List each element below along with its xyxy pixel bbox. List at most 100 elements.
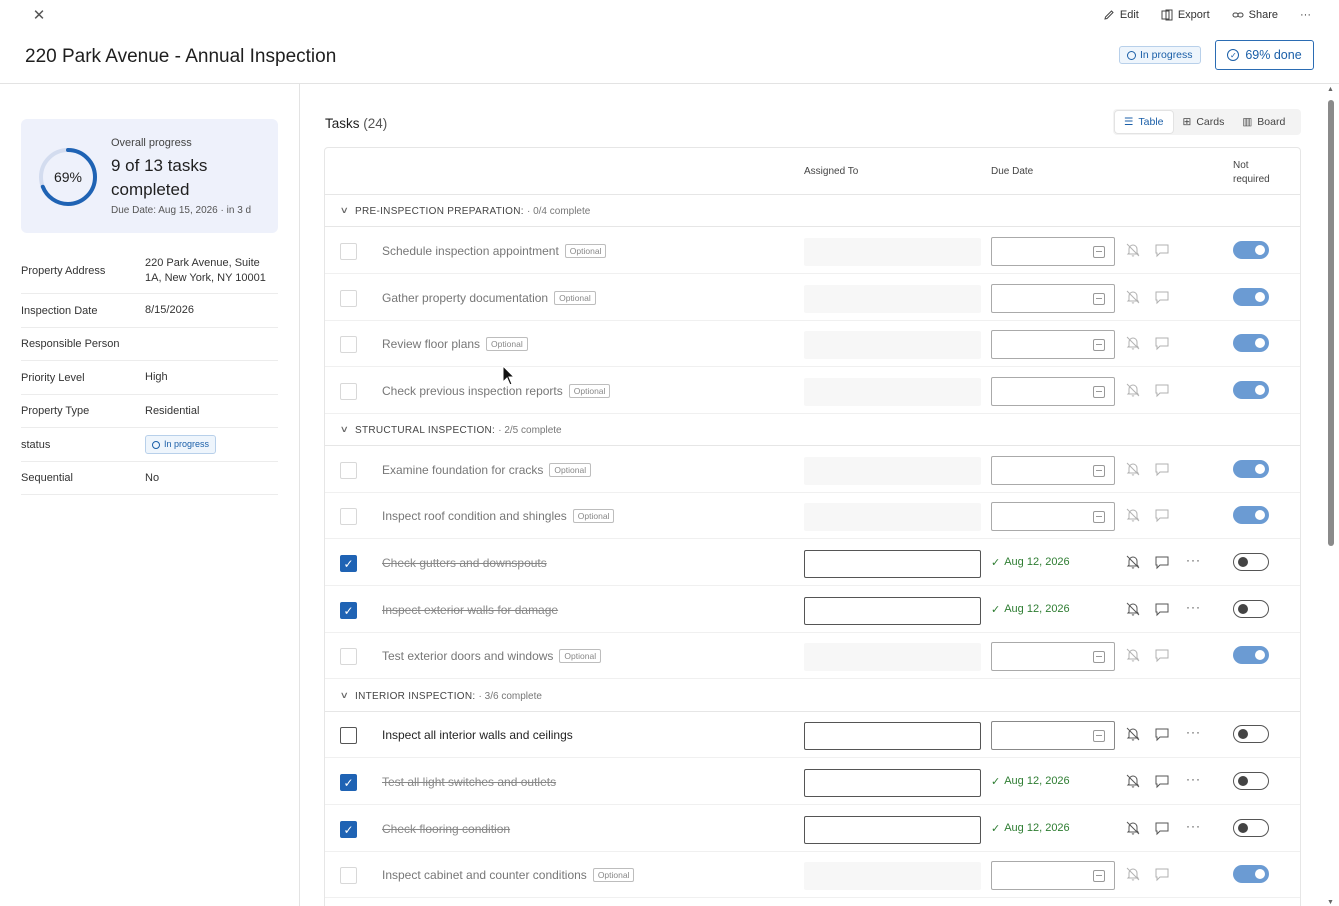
- not-required-toggle[interactable]: [1233, 241, 1269, 259]
- comment-icon[interactable]: [1154, 289, 1170, 305]
- view-cards-button[interactable]: ⊞ Cards: [1174, 110, 1234, 134]
- not-required-toggle[interactable]: [1233, 772, 1269, 790]
- due-date-field[interactable]: [991, 861, 1115, 890]
- share-button[interactable]: Share: [1232, 9, 1278, 21]
- task-checkbox[interactable]: [340, 290, 357, 307]
- bell-off-icon[interactable]: [1125, 601, 1141, 617]
- task-checkbox[interactable]: ✓: [340, 821, 357, 838]
- task-name[interactable]: Inspect roof condition and shingles Optio…: [382, 509, 615, 523]
- not-required-toggle[interactable]: [1233, 288, 1269, 306]
- task-name[interactable]: Test all light switches and outlets: [382, 775, 556, 789]
- task-checkbox[interactable]: [340, 727, 357, 744]
- row-more-button[interactable]: ···: [1186, 772, 1201, 786]
- not-required-toggle[interactable]: [1233, 460, 1269, 478]
- comment-icon[interactable]: [1154, 601, 1170, 617]
- task-checkbox[interactable]: [340, 243, 357, 260]
- task-checkbox[interactable]: ✓: [340, 774, 357, 791]
- task-checkbox[interactable]: [340, 383, 357, 400]
- comment-icon[interactable]: [1154, 866, 1170, 882]
- not-required-toggle[interactable]: [1233, 334, 1269, 352]
- scrollbar-thumb[interactable]: [1328, 100, 1334, 546]
- row-more-button[interactable]: ···: [1186, 819, 1201, 833]
- assigned-to-field[interactable]: [804, 722, 981, 750]
- bell-off-icon[interactable]: [1125, 461, 1141, 477]
- scroll-up-icon[interactable]: ▲: [1327, 86, 1334, 93]
- not-required-toggle[interactable]: [1233, 725, 1269, 743]
- comment-icon[interactable]: [1154, 335, 1170, 351]
- task-checkbox[interactable]: ✓: [340, 602, 357, 619]
- bell-off-icon[interactable]: [1125, 335, 1141, 351]
- calendar-icon[interactable]: [1093, 465, 1105, 477]
- close-icon[interactable]: ✕: [31, 8, 47, 24]
- due-date-field[interactable]: [991, 456, 1115, 485]
- bell-off-icon[interactable]: [1125, 507, 1141, 523]
- chevron-down-icon[interactable]: ∨: [340, 690, 349, 701]
- export-button[interactable]: Export: [1161, 9, 1210, 21]
- task-checkbox[interactable]: [340, 462, 357, 479]
- not-required-toggle[interactable]: [1233, 646, 1269, 664]
- chevron-down-icon[interactable]: ∨: [340, 205, 349, 216]
- due-date-field[interactable]: [991, 642, 1115, 671]
- due-date-field[interactable]: [991, 284, 1115, 313]
- bell-off-icon[interactable]: [1125, 242, 1141, 258]
- due-date-field[interactable]: [991, 377, 1115, 406]
- comment-icon[interactable]: [1154, 647, 1170, 663]
- calendar-icon[interactable]: [1093, 511, 1105, 523]
- comment-icon[interactable]: [1154, 242, 1170, 258]
- task-name[interactable]: Test exterior doors and windows Optional: [382, 649, 602, 663]
- comment-icon[interactable]: [1154, 820, 1170, 836]
- assigned-to-field[interactable]: [804, 769, 981, 797]
- due-date-field[interactable]: [991, 502, 1115, 531]
- comment-icon[interactable]: [1154, 726, 1170, 742]
- bell-off-icon[interactable]: [1125, 726, 1141, 742]
- scrollbar[interactable]: ▲ ▼: [1327, 86, 1335, 906]
- task-name[interactable]: Review floor plans Optional: [382, 337, 528, 351]
- task-group-header[interactable]: ∨ INTERIOR INSPECTION: · 3/6 complete: [325, 680, 1300, 712]
- due-date-field[interactable]: [991, 330, 1115, 359]
- not-required-toggle[interactable]: [1233, 553, 1269, 571]
- bell-off-icon[interactable]: [1125, 866, 1141, 882]
- comment-icon[interactable]: [1154, 554, 1170, 570]
- view-board-button[interactable]: ▥ Board: [1233, 110, 1294, 134]
- comment-icon[interactable]: [1154, 382, 1170, 398]
- assigned-to-field[interactable]: [804, 816, 981, 844]
- scroll-down-icon[interactable]: ▼: [1327, 899, 1334, 906]
- percent-done-button[interactable]: ✓ 69% done: [1215, 40, 1314, 70]
- not-required-toggle[interactable]: [1233, 600, 1269, 618]
- view-table-button[interactable]: ☰ Table: [1114, 110, 1174, 134]
- bell-off-icon[interactable]: [1125, 773, 1141, 789]
- row-more-button[interactable]: ···: [1186, 725, 1201, 739]
- not-required-toggle[interactable]: [1233, 819, 1269, 837]
- task-name[interactable]: Gather property documentation Optional: [382, 291, 596, 305]
- task-checkbox[interactable]: [340, 508, 357, 525]
- not-required-toggle[interactable]: [1233, 865, 1269, 883]
- due-date-field[interactable]: [991, 721, 1115, 750]
- task-checkbox[interactable]: [340, 867, 357, 884]
- task-name[interactable]: Inspect all interior walls and ceilings: [382, 728, 573, 742]
- calendar-icon[interactable]: [1093, 386, 1105, 398]
- bell-off-icon[interactable]: [1125, 382, 1141, 398]
- assigned-to-field[interactable]: [804, 550, 981, 578]
- not-required-toggle[interactable]: [1233, 506, 1269, 524]
- bell-off-icon[interactable]: [1125, 554, 1141, 570]
- calendar-icon[interactable]: [1093, 246, 1105, 258]
- task-name[interactable]: Inspect exterior walls for damage: [382, 603, 558, 617]
- calendar-icon[interactable]: [1093, 730, 1105, 742]
- calendar-icon[interactable]: [1093, 651, 1105, 663]
- task-name[interactable]: Examine foundation for cracks Optional: [382, 463, 592, 477]
- assigned-to-field[interactable]: [804, 597, 981, 625]
- comment-icon[interactable]: [1154, 773, 1170, 789]
- not-required-toggle[interactable]: [1233, 381, 1269, 399]
- task-name[interactable]: Check flooring condition: [382, 822, 510, 836]
- task-group-header[interactable]: ∨ STRUCTURAL INSPECTION: · 2/5 complete: [325, 414, 1300, 446]
- task-name[interactable]: Check previous inspection reports Optiona…: [382, 384, 611, 398]
- bell-off-icon[interactable]: [1125, 647, 1141, 663]
- bell-off-icon[interactable]: [1125, 820, 1141, 836]
- task-name[interactable]: Check gutters and downspouts: [382, 556, 547, 570]
- calendar-icon[interactable]: [1093, 293, 1105, 305]
- task-checkbox[interactable]: [340, 648, 357, 665]
- row-more-button[interactable]: ···: [1186, 600, 1201, 614]
- task-name[interactable]: Schedule inspection appointment Optional: [382, 244, 607, 258]
- task-checkbox[interactable]: ✓: [340, 555, 357, 572]
- edit-button[interactable]: Edit: [1103, 9, 1139, 21]
